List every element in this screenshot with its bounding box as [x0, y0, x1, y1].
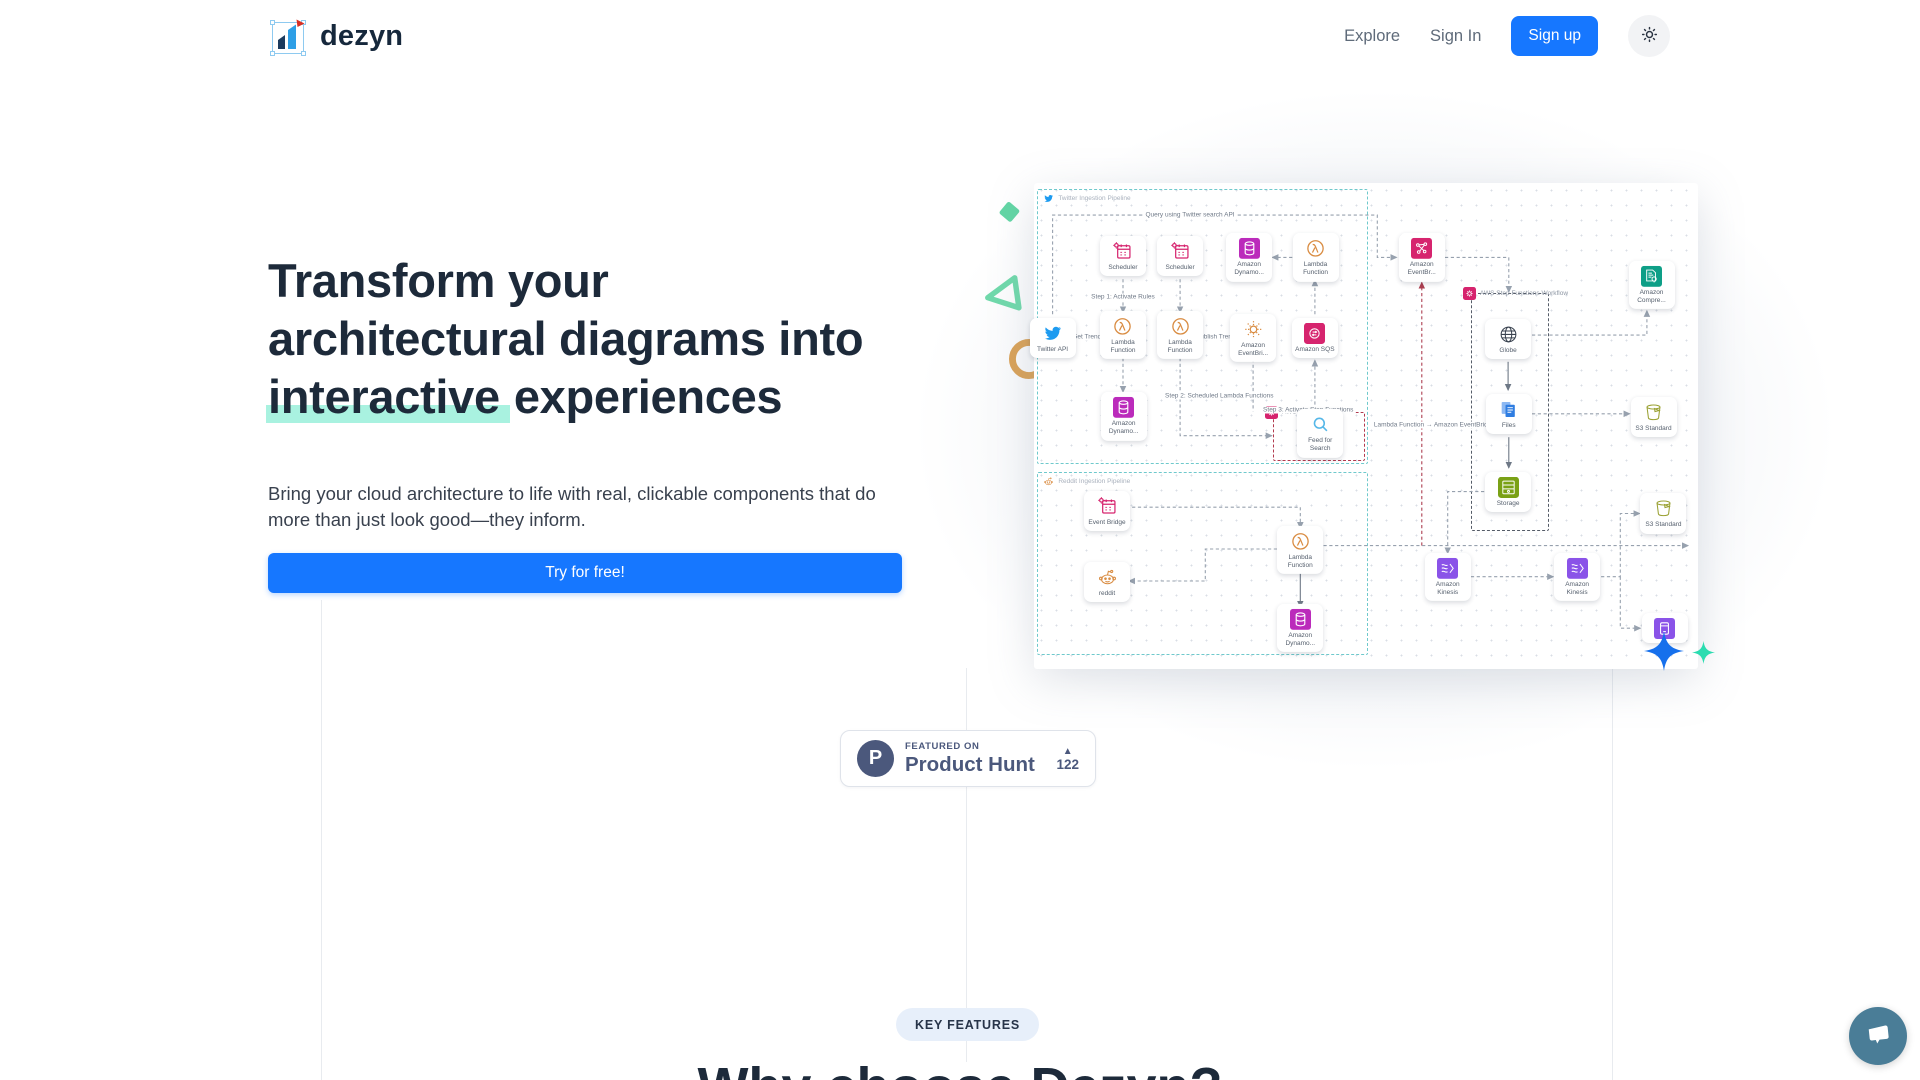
search-icon [1310, 414, 1331, 435]
diagram-node-globe: Globe [1485, 318, 1531, 358]
diagram-node-dynamodb-2: Amazon Dynamo... [1101, 392, 1147, 440]
globe-icon [1498, 323, 1519, 344]
nav-signin[interactable]: Sign In [1430, 27, 1481, 46]
sun-icon [1243, 318, 1264, 339]
diagram-node-lambda-3: Lambda Function [1277, 526, 1323, 574]
triangle-decoration [980, 274, 1022, 316]
diagram-node-lambda-2: Lambda Function [1157, 311, 1203, 359]
upvote-count: 122 [1056, 757, 1079, 772]
nav-explore[interactable]: Explore [1344, 27, 1400, 46]
diamond-decoration [996, 199, 1023, 226]
product-hunt-badge[interactable]: P FEATURED ON Product Hunt ▲ 122 [840, 730, 1096, 787]
comprehend-icon [1641, 266, 1662, 287]
files-icon [1498, 399, 1519, 420]
try-for-free-button[interactable]: Try for free! [268, 553, 902, 593]
scheduler-icon [1112, 241, 1133, 262]
scheduler-icon [1097, 496, 1118, 517]
diagram-node-files: Files [1486, 394, 1532, 434]
lambda-icon [1290, 531, 1311, 552]
hero-title-line3: interactiveexperiences [268, 368, 863, 426]
chat-bubble-icon [1864, 1021, 1892, 1052]
brand-name: dezyn [320, 20, 403, 53]
diagram-node-lambda-top: Lambda Function [1293, 233, 1339, 281]
upvote-block: ▲ 122 [1056, 746, 1079, 772]
diagram-node-dynamodb-3: Amazon Dynamo... [1277, 604, 1323, 652]
scheduler-icon [1170, 241, 1191, 262]
page: dezyn Explore Sign In Sign up Transform … [0, 0, 1920, 1080]
diagram-edge-label: Query using Twitter search API [1143, 212, 1236, 219]
diagram-edge-label: Step 1: Activate Rules [1089, 293, 1157, 300]
diagram-node-s3-standard-1: S3 Standard [1631, 397, 1677, 437]
hero-title: Transform your architectural diagrams in… [268, 252, 863, 426]
lambda-icon [1170, 316, 1191, 337]
upvote-icon: ▲ [1063, 746, 1073, 757]
twitter-icon [1042, 322, 1063, 343]
diagram-node-feed-for-search: Feed for Search [1297, 409, 1343, 457]
s3-icon [1643, 402, 1664, 423]
vertical-divider-left [321, 600, 322, 1080]
diagram-node-lambda-1: Lambda Function [1100, 311, 1146, 359]
header-nav: Explore Sign In Sign up [1344, 15, 1670, 57]
kinesis-icon [1437, 558, 1458, 579]
diagram-node-eventbridge-sun: Amazon EventBri... [1230, 313, 1276, 361]
dezyn-logo-icon [268, 16, 308, 56]
sparkle-teal-icon [1692, 641, 1715, 664]
diagram-node-sqs: Amazon SQS [1292, 317, 1338, 357]
hero-subtitle: Bring your cloud architecture to life wi… [268, 481, 888, 533]
sqs-icon [1304, 322, 1325, 343]
eventbridge-icon [1411, 238, 1432, 259]
diagram-node-kinesis-1: Amazon Kinesis [1425, 553, 1471, 601]
hero-highlight: interactive [266, 370, 510, 423]
reddit-icon [1097, 566, 1118, 587]
lambda-icon [1112, 316, 1133, 337]
header: dezyn Explore Sign In Sign up [0, 0, 1920, 72]
features-heading: Why choose Dezyn? [0, 1056, 1920, 1080]
diagram-node-scheduler-1: Scheduler [1100, 236, 1146, 276]
diagram-node-reddit: reddit [1084, 561, 1130, 601]
diagram-node-comprehend: Amazon Compre... [1629, 261, 1675, 309]
dynamodb-icon [1239, 238, 1260, 259]
diagram-node-kinesis-2: Amazon Kinesis [1554, 553, 1600, 601]
signup-button[interactable]: Sign up [1511, 16, 1598, 56]
product-hunt-logo-icon: P [857, 740, 894, 777]
sun-icon [1639, 24, 1660, 48]
hero-title-line3-rest: experiences [514, 370, 782, 423]
sparkle-blue-icon [1644, 631, 1684, 671]
brand-logo[interactable]: dezyn [268, 16, 403, 56]
diagram-node-dynamodb-1: Amazon Dynamo... [1226, 233, 1272, 281]
key-features-badge: KEY FEATURES [896, 1008, 1039, 1041]
diagram-node-scheduler-2: Scheduler [1157, 236, 1203, 276]
product-hunt-name: Product Hunt [905, 753, 1035, 777]
lambda-icon [1305, 238, 1326, 259]
theme-toggle-button[interactable] [1628, 15, 1670, 57]
chat-launcher-button[interactable] [1849, 1007, 1907, 1065]
diagram-node-event-bridge: Event Bridge [1084, 491, 1130, 531]
diagram-node-storage: Storage [1485, 472, 1531, 512]
hero-title-line2: architectural diagrams into [268, 310, 863, 368]
storage-icon [1498, 477, 1519, 498]
diagram-node-eventbridge-1: Amazon EventBr... [1399, 233, 1445, 281]
s3-icon [1653, 498, 1674, 519]
architecture-diagram: Twitter Ingestion PipelineReddit Ingesti… [1034, 183, 1698, 669]
diagram-edge-label: Step 2: Scheduled Lambda Functions [1163, 392, 1275, 399]
diagram-node-s3-standard-2: S3 Standard [1640, 493, 1686, 533]
hero-title-line1: Transform your [268, 252, 863, 310]
dynamodb-icon [1113, 397, 1134, 418]
diagram-edge-label: Lambda Function → Amazon EventBridge [1372, 421, 1497, 428]
kinesis-icon [1567, 558, 1588, 579]
diagram-node-twitter-api: Twitter API [1030, 317, 1076, 357]
featured-on-label: FEATURED ON [905, 741, 1035, 752]
dynamodb-icon [1290, 609, 1311, 630]
